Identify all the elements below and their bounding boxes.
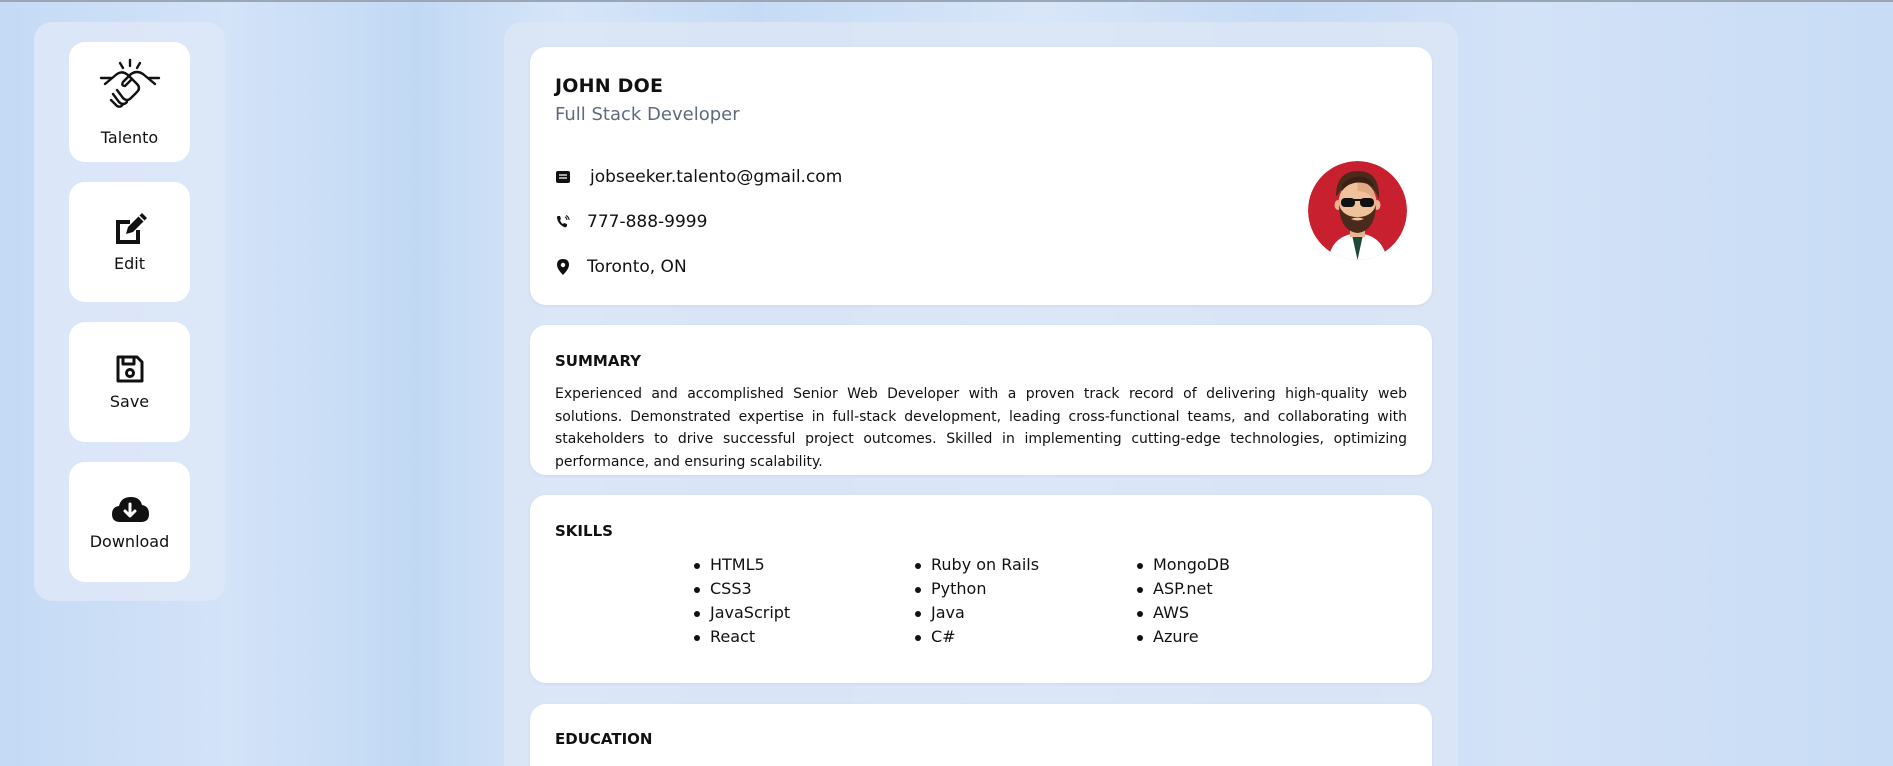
edit-icon: [112, 212, 148, 246]
download-label: Download: [89, 531, 170, 551]
talento-label: Talento: [100, 127, 159, 147]
skill-item: Azure: [1135, 625, 1230, 649]
sidebar: Talento Edit Save Download: [34, 22, 225, 601]
skills-column-2: Ruby on Rails Python Java C#: [913, 553, 1039, 649]
envelope-icon: [555, 169, 571, 185]
phone-text: 777-888-9999: [587, 212, 708, 232]
skills-card: SKILLS HTML5 CSS3 JavaScript React Ruby …: [530, 495, 1432, 683]
phone-icon: [555, 214, 571, 230]
summary-card: SUMMARY Experienced and accomplished Sen…: [530, 325, 1432, 475]
cloud-download-icon: [110, 494, 150, 524]
education-card: EDUCATION: [530, 704, 1432, 766]
skill-item: CSS3: [692, 577, 790, 601]
skill-item: React: [692, 625, 790, 649]
avatar-icon: [1308, 161, 1407, 260]
profile-card: JOHN DOE Full Stack Developer jobseeker.…: [530, 47, 1432, 305]
location-text: Toronto, ON: [587, 257, 687, 277]
skills-column-3: MongoDB ASP.net AWS Azure: [1135, 553, 1230, 649]
map-pin-icon: [555, 259, 571, 275]
profile-name: JOHN DOE: [555, 75, 664, 97]
skill-item: Python: [913, 577, 1039, 601]
skill-item: Ruby on Rails: [913, 553, 1039, 577]
summary-title: SUMMARY: [555, 352, 642, 370]
skill-item: JavaScript: [692, 601, 790, 625]
education-title: EDUCATION: [555, 730, 653, 748]
handshake-icon: [99, 58, 161, 120]
skill-item: MongoDB: [1135, 553, 1230, 577]
email-text: jobseeker.talento@gmail.com: [590, 167, 843, 187]
resume-panel: JOHN DOE Full Stack Developer jobseeker.…: [504, 22, 1458, 766]
skill-item: HTML5: [692, 553, 790, 577]
email-row: jobseeker.talento@gmail.com: [555, 167, 842, 187]
skills-column-1: HTML5 CSS3 JavaScript React: [692, 553, 790, 649]
save-button[interactable]: Save: [69, 322, 190, 442]
phone-row: 777-888-9999: [555, 212, 707, 232]
edit-button[interactable]: Edit: [69, 182, 190, 302]
download-button[interactable]: Download: [69, 462, 190, 582]
talento-button[interactable]: Talento: [69, 42, 190, 162]
skill-item: Java: [913, 601, 1039, 625]
top-border: [0, 0, 1893, 2]
profile-role: Full Stack Developer: [555, 104, 740, 125]
summary-text: Experienced and accomplished Senior Web …: [555, 386, 1407, 470]
skill-item: ASP.net: [1135, 577, 1230, 601]
floppy-disk-icon: [115, 354, 145, 384]
skill-item: C#: [913, 625, 1039, 649]
edit-label: Edit: [114, 253, 145, 273]
avatar: [1308, 161, 1407, 260]
save-label: Save: [109, 391, 150, 411]
skill-item: AWS: [1135, 601, 1230, 625]
location-row: Toronto, ON: [555, 257, 687, 277]
skills-title: SKILLS: [555, 522, 613, 540]
